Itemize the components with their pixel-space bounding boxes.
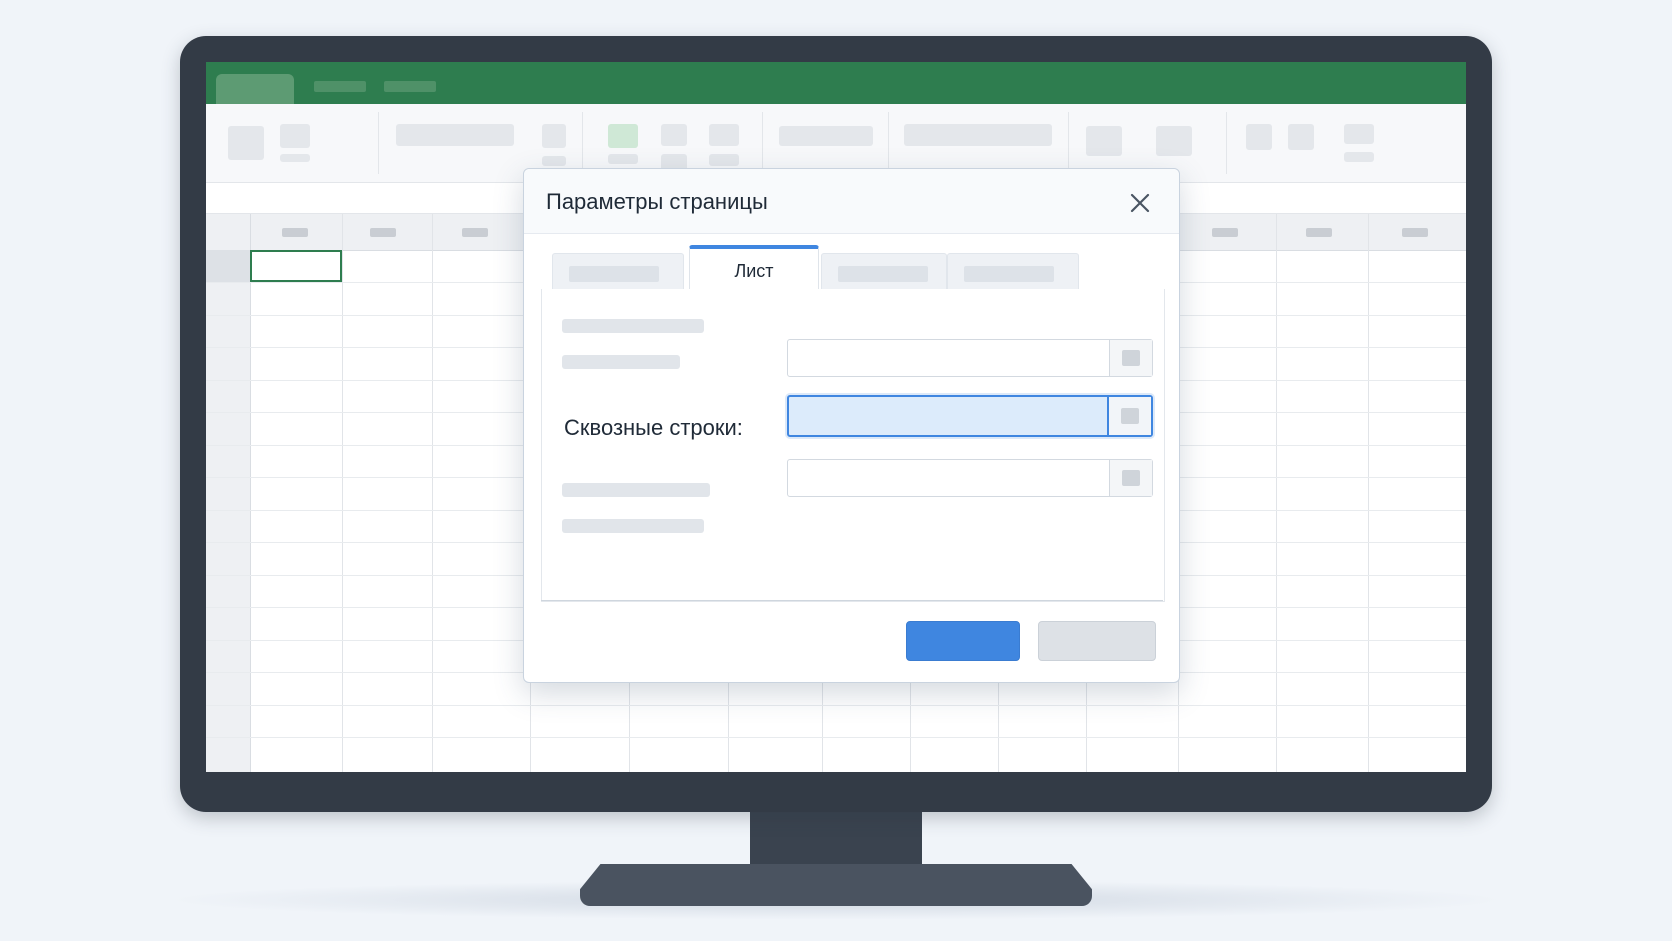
grid-line — [342, 214, 343, 772]
ribbon-button[interactable] — [1344, 152, 1374, 162]
ribbon-button[interactable] — [1086, 126, 1122, 156]
column-header[interactable] — [370, 228, 396, 237]
tab-sheet-label: Лист — [734, 261, 774, 281]
text-placeholder — [562, 319, 704, 333]
print-area-field[interactable] — [787, 339, 1153, 377]
tab-panel — [541, 289, 1165, 602]
column-header[interactable] — [462, 228, 488, 237]
range-picker-button[interactable] — [1107, 397, 1151, 435]
text-placeholder — [562, 519, 704, 533]
ribbon-button[interactable] — [542, 124, 566, 148]
ribbon-button[interactable] — [661, 124, 687, 146]
tab-label-placeholder — [964, 266, 1054, 282]
tab-sheet[interactable]: Лист — [689, 245, 819, 291]
monitor-base — [580, 864, 1092, 906]
dialog-header: Параметры страницы — [524, 169, 1179, 234]
ribbon-button[interactable] — [280, 124, 310, 148]
ribbon-button[interactable] — [1288, 124, 1314, 150]
grid-line — [206, 705, 1466, 706]
tab-label-placeholder — [838, 266, 928, 282]
ribbon-button[interactable] — [709, 154, 739, 166]
ribbon-divider — [1226, 112, 1227, 174]
cancel-button[interactable] — [1038, 621, 1156, 661]
rows-to-repeat-label: Сквозные строки: — [564, 415, 743, 440]
dialog-title: Параметры страницы — [546, 189, 768, 214]
tab-margins[interactable] — [821, 253, 947, 290]
close-button[interactable] — [1124, 187, 1156, 219]
rows-to-repeat-field[interactable] — [787, 395, 1153, 437]
ribbon-button[interactable] — [709, 124, 739, 146]
grid-line — [432, 214, 433, 772]
row-header-selected[interactable] — [206, 250, 250, 282]
grid-line — [1276, 214, 1277, 772]
close-icon — [1130, 193, 1150, 213]
ribbon-button[interactable] — [1156, 126, 1192, 156]
range-picker-icon — [1122, 470, 1140, 486]
text-placeholder — [562, 355, 680, 369]
dialog-tabs: Лист — [524, 233, 1179, 291]
grid-line — [206, 737, 1466, 738]
ribbon-tab-active[interactable] — [216, 74, 294, 104]
ribbon-button[interactable] — [228, 126, 264, 160]
range-picker-button[interactable] — [1109, 340, 1152, 376]
column-header[interactable] — [282, 228, 308, 237]
ribbon-button[interactable] — [904, 124, 1052, 146]
ribbon-tab[interactable] — [384, 81, 436, 92]
ribbon-divider — [378, 112, 379, 174]
ribbon-divider — [762, 112, 763, 174]
tab-page[interactable] — [552, 253, 684, 290]
tab-header-footer[interactable] — [947, 253, 1079, 290]
range-picker-icon — [1121, 408, 1139, 424]
title-bar — [206, 62, 1466, 104]
panel-divider — [541, 600, 1163, 601]
ribbon-tab[interactable] — [314, 81, 366, 92]
ribbon-divider — [582, 112, 583, 174]
ribbon-button[interactable] — [779, 126, 873, 146]
ok-button[interactable] — [906, 621, 1020, 661]
ribbon-button[interactable] — [1246, 124, 1272, 150]
grid-line — [1368, 214, 1369, 772]
ribbon-button[interactable] — [542, 156, 566, 166]
text-placeholder — [562, 483, 710, 497]
font-name-box[interactable] — [396, 124, 514, 146]
range-picker-icon — [1122, 350, 1140, 366]
ribbon-divider — [888, 112, 889, 174]
ribbon-button[interactable] — [1344, 124, 1374, 144]
row-headers — [206, 214, 251, 772]
ribbon-divider — [1068, 112, 1069, 174]
ribbon-button[interactable] — [280, 154, 310, 162]
column-header[interactable] — [1402, 228, 1428, 237]
ribbon-button[interactable] — [608, 124, 638, 148]
tab-label-placeholder — [569, 266, 659, 282]
page-setup-dialog: Параметры страницы Лист Сквозные строки: — [523, 168, 1180, 683]
range-picker-button[interactable] — [1109, 460, 1152, 496]
columns-to-repeat-field[interactable] — [787, 459, 1153, 497]
column-header[interactable] — [1306, 228, 1332, 237]
selected-cell[interactable] — [250, 250, 342, 282]
column-header[interactable] — [1212, 228, 1238, 237]
ribbon-button[interactable] — [608, 154, 638, 164]
